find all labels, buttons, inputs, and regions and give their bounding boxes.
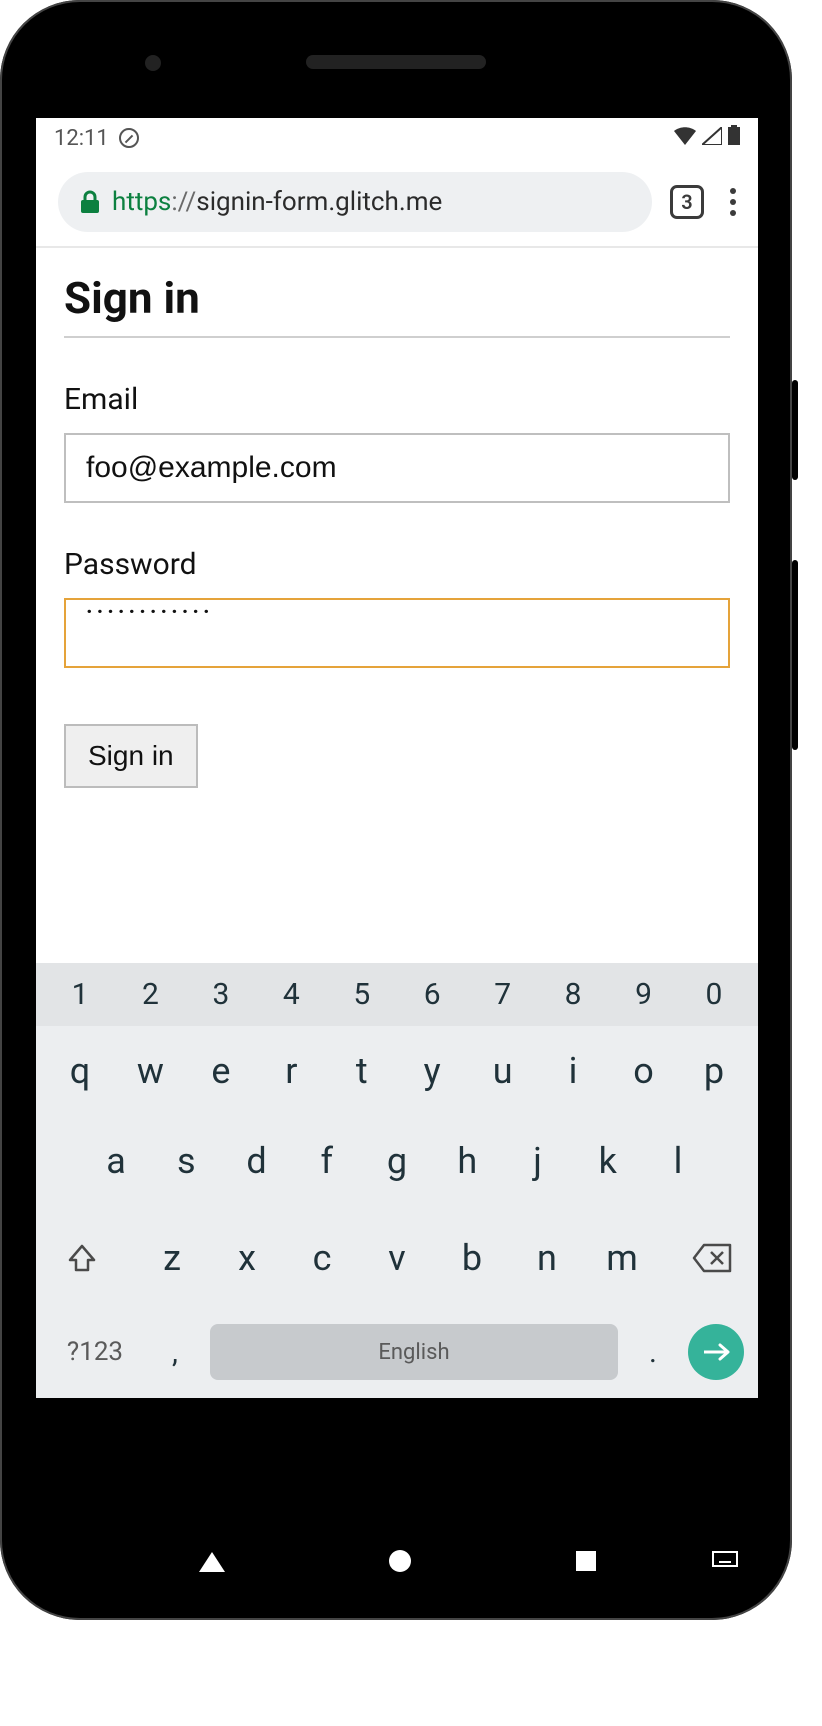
comma-key[interactable]: , (150, 1335, 200, 1370)
key-v[interactable]: v (367, 1237, 427, 1279)
key-6[interactable]: 6 (402, 977, 462, 1012)
on-screen-keyboard: 1 2 3 4 5 6 7 8 9 0 q w e r t y u i o (36, 963, 758, 1398)
keyboard-bottom-row: ?123 , English . (36, 1310, 758, 1386)
url-separator: :// (171, 187, 196, 217)
email-label: Email (64, 382, 730, 417)
password-label: Password (64, 547, 730, 582)
key-2[interactable]: 2 (120, 977, 180, 1012)
shift-key[interactable] (50, 1230, 114, 1286)
email-group: Email (64, 382, 730, 503)
key-4[interactable]: 4 (261, 977, 321, 1012)
key-u[interactable]: u (473, 1050, 533, 1092)
title-divider (64, 336, 730, 338)
key-y[interactable]: y (402, 1050, 462, 1092)
page-title: Sign in (64, 272, 730, 324)
url-host: signin-form.glitch.me (196, 187, 442, 217)
password-group: Password ············ (64, 547, 730, 668)
keyboard-number-row: 1 2 3 4 5 6 7 8 9 0 (36, 963, 758, 1026)
key-w[interactable]: w (120, 1050, 180, 1092)
key-f[interactable]: f (297, 1140, 357, 1182)
symbols-key[interactable]: ?123 (50, 1337, 140, 1367)
key-l[interactable]: l (648, 1140, 708, 1182)
volume-button (792, 560, 798, 750)
password-field[interactable]: ············ (64, 598, 730, 668)
keyboard-row-2: a s d f g h j k l (36, 1116, 758, 1206)
key-o[interactable]: o (614, 1050, 674, 1092)
key-b[interactable]: b (442, 1237, 502, 1279)
key-8[interactable]: 8 (543, 977, 603, 1012)
key-e[interactable]: e (191, 1050, 251, 1092)
key-a[interactable]: a (86, 1140, 146, 1182)
key-h[interactable]: h (437, 1140, 497, 1182)
front-camera (145, 55, 161, 71)
space-key[interactable]: English (210, 1324, 618, 1380)
phone-frame: 12:11 https: (0, 0, 792, 1620)
wifi-icon (674, 126, 696, 151)
browser-toolbar: https://signin-form.glitch.me 3 (36, 158, 758, 248)
key-0[interactable]: 0 (684, 977, 744, 1012)
cell-signal-icon (702, 126, 722, 151)
key-t[interactable]: t (332, 1050, 392, 1092)
backspace-key[interactable] (680, 1230, 744, 1286)
page-content: Sign in Email Password ············ Sign… (36, 248, 758, 806)
key-x[interactable]: x (217, 1237, 277, 1279)
dnd-icon (119, 128, 139, 148)
key-3[interactable]: 3 (191, 977, 251, 1012)
nav-back-button[interactable] (197, 1548, 227, 1578)
lock-icon (80, 190, 100, 214)
address-bar[interactable]: https://signin-form.glitch.me (58, 172, 652, 232)
key-c[interactable]: c (292, 1237, 352, 1279)
sign-in-button[interactable]: Sign in (64, 724, 198, 788)
key-5[interactable]: 5 (332, 977, 392, 1012)
key-q[interactable]: q (50, 1050, 110, 1092)
earpiece (306, 55, 486, 69)
key-i[interactable]: i (543, 1050, 603, 1092)
key-1[interactable]: 1 (50, 977, 110, 1012)
screen: 12:11 https: (36, 118, 758, 1398)
key-m[interactable]: m (592, 1237, 652, 1279)
url-scheme: https (112, 187, 171, 217)
key-s[interactable]: s (156, 1140, 216, 1182)
key-p[interactable]: p (684, 1050, 744, 1092)
nav-recents-button[interactable] (574, 1549, 598, 1577)
status-bar: 12:11 (36, 118, 758, 158)
power-button (792, 380, 798, 480)
enter-key[interactable] (688, 1324, 744, 1380)
email-field[interactable] (64, 433, 730, 503)
status-time: 12:11 (54, 126, 109, 151)
key-k[interactable]: k (578, 1140, 638, 1182)
key-g[interactable]: g (367, 1140, 427, 1182)
keyboard-toggle-icon[interactable] (712, 1551, 738, 1575)
nav-home-button[interactable] (387, 1548, 413, 1578)
key-n[interactable]: n (517, 1237, 577, 1279)
keyboard-row-1: q w e r t y u i o p (36, 1026, 758, 1116)
key-7[interactable]: 7 (473, 977, 533, 1012)
more-menu-button[interactable] (722, 188, 744, 216)
keyboard-row-3: z x c v b n m (36, 1206, 758, 1310)
key-z[interactable]: z (142, 1237, 202, 1279)
key-j[interactable]: j (508, 1140, 568, 1182)
key-d[interactable]: d (227, 1140, 287, 1182)
key-r[interactable]: r (261, 1050, 321, 1092)
tab-switcher-button[interactable]: 3 (670, 185, 704, 219)
period-key[interactable]: . (628, 1335, 678, 1370)
key-9[interactable]: 9 (614, 977, 674, 1012)
battery-icon (728, 125, 740, 151)
